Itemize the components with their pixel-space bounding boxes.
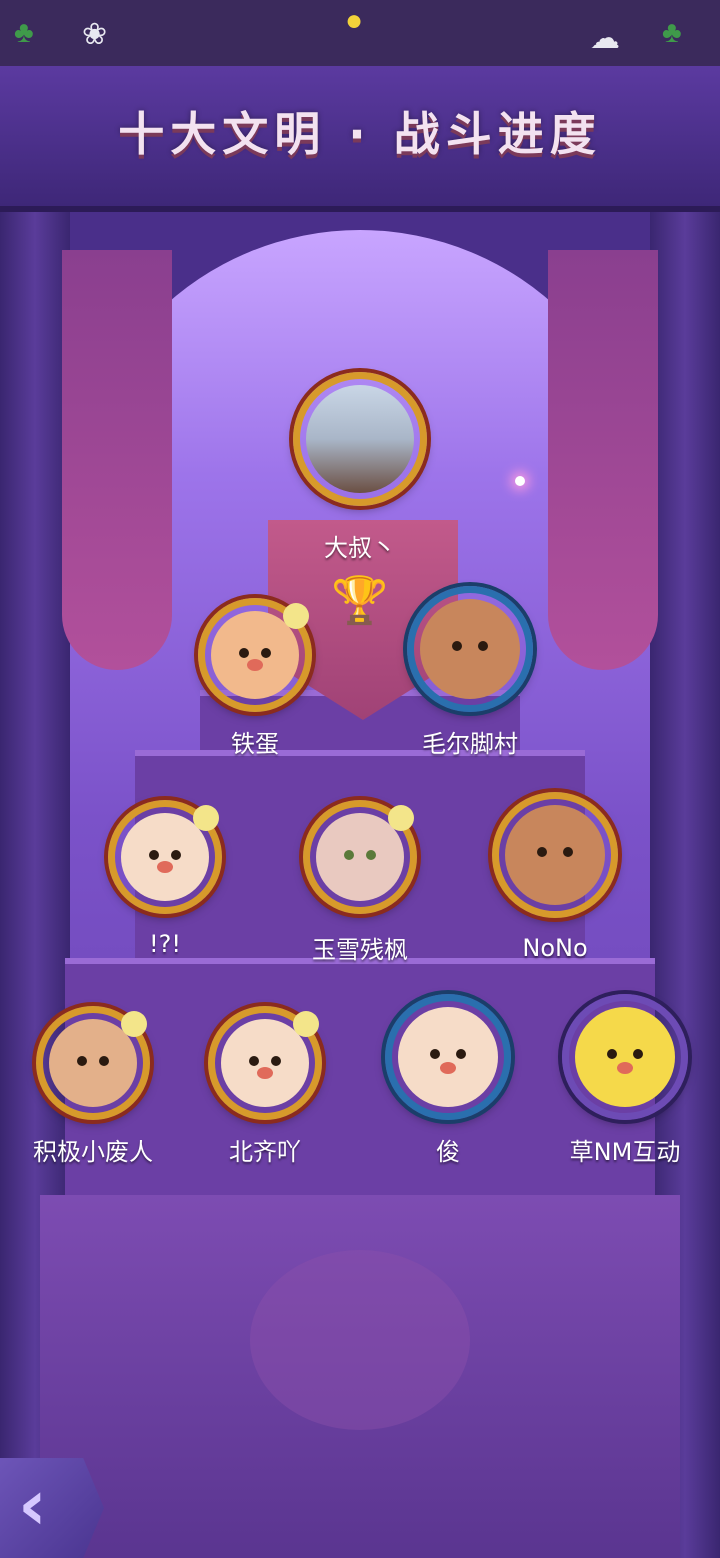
- moon-icon: [293, 1011, 319, 1037]
- avatar-frame: [198, 598, 312, 712]
- moon-icon: [193, 805, 219, 831]
- avatar-frame: [36, 1006, 150, 1120]
- avatar-frame: [303, 800, 417, 914]
- avatar-photo: [306, 385, 414, 493]
- avatar-face: [505, 805, 605, 905]
- player-name: NoNo: [522, 934, 588, 962]
- back-button[interactable]: ‹: [0, 1458, 104, 1558]
- title-right: 战斗进度: [393, 107, 602, 161]
- player-name: 北齐吖: [229, 1138, 301, 1166]
- avatar-face: [420, 599, 520, 699]
- sparkle-icon: [515, 476, 525, 486]
- avatar-frame: [407, 586, 533, 712]
- moon-icon: [388, 805, 414, 831]
- top-decor-bar: ♣ ❀ ● ☁ ♣: [0, 0, 720, 68]
- player-name: !?!: [149, 930, 181, 958]
- player-card[interactable]: 俊: [378, 994, 518, 1167]
- avatar-frame: [108, 800, 222, 914]
- right-drape: [548, 250, 658, 670]
- avatar-frame: [385, 994, 511, 1120]
- player-name: 铁蛋: [231, 730, 279, 758]
- player-name: 俊: [436, 1138, 460, 1166]
- player-card[interactable]: 北齐吖: [195, 1006, 335, 1167]
- player-name: 积极小废人: [33, 1138, 153, 1166]
- tree-icon: ♣: [662, 16, 682, 49]
- avatar-frame: [492, 792, 618, 918]
- player-card[interactable]: NoNo: [480, 792, 630, 962]
- scene: ♣ ❀ ● ☁ ♣ 十大文明 · 战斗进度 🏆 大叔丶 铁蛋 毛尔脚村 !?! …: [0, 0, 720, 1558]
- avatar-frame: [562, 994, 688, 1120]
- player-name: 玉雪残枫: [312, 936, 408, 964]
- avatar-face: [575, 1007, 675, 1107]
- player-card[interactable]: 草NM互动: [550, 994, 700, 1167]
- avatar-face: [398, 1007, 498, 1107]
- moon-icon: [121, 1011, 147, 1037]
- chevron-left-icon: ‹: [18, 1464, 47, 1546]
- moon-icon: [283, 603, 309, 629]
- left-drape: [62, 250, 172, 670]
- player-card[interactable]: 积极小废人: [18, 1006, 168, 1167]
- tree-icon: ♣: [14, 16, 34, 49]
- rabbit-icon: ❀: [82, 18, 108, 51]
- sheep-icon: ☁: [590, 22, 620, 55]
- title-separator: ·: [348, 107, 372, 161]
- player-card[interactable]: !?!: [95, 800, 235, 958]
- chick-icon: ●: [345, 4, 364, 37]
- player-name: 草NM互动: [569, 1138, 681, 1166]
- player-name: 毛尔脚村: [422, 730, 518, 758]
- player-card[interactable]: 毛尔脚村: [395, 586, 545, 759]
- trophy-icon: 🏆: [331, 574, 389, 626]
- player-card[interactable]: 玉雪残枫: [290, 800, 430, 965]
- title-left: 十大文明: [118, 107, 327, 161]
- avatar-frame: [293, 372, 427, 506]
- player-card-top[interactable]: 大叔丶: [280, 372, 440, 563]
- player-card[interactable]: 铁蛋: [185, 598, 325, 759]
- player-name: 大叔丶: [324, 534, 396, 562]
- page-title: 十大文明 · 战斗进度: [0, 98, 720, 164]
- floor-emblem: [250, 1250, 470, 1430]
- avatar-frame: [208, 1006, 322, 1120]
